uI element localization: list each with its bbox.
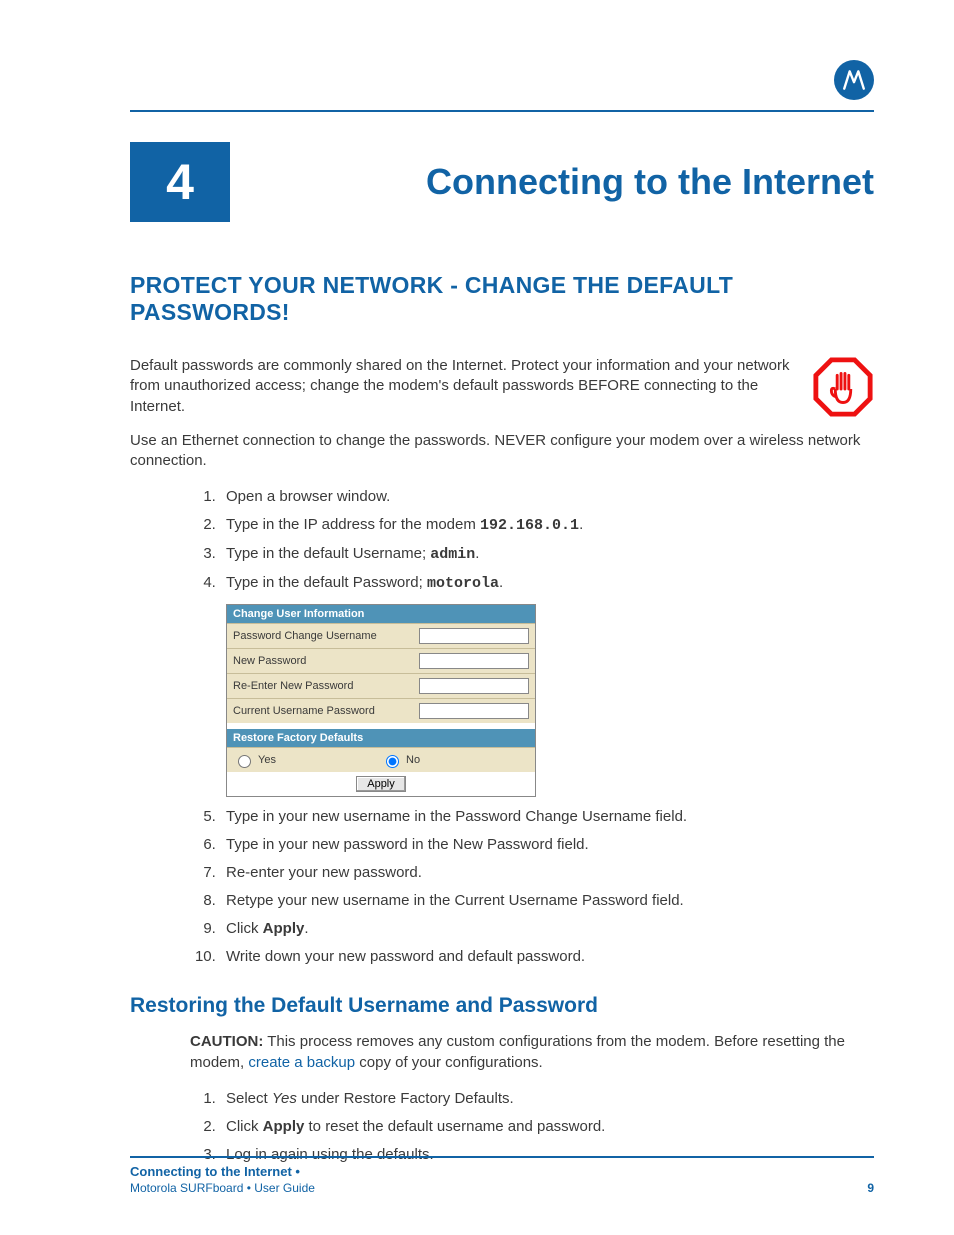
modem-config-screenshot: Change User Information Password Change … (226, 604, 536, 797)
motorola-logo-icon (834, 60, 874, 100)
input-current-username-password[interactable] (419, 703, 529, 719)
create-backup-link[interactable]: create a backup (248, 1054, 355, 1071)
label-new-password: New Password (233, 655, 413, 667)
step-2: Type in the IP address for the modem 192… (220, 513, 874, 538)
intro-paragraph-2: Use an Ethernet connection to change the… (130, 431, 874, 472)
intro-paragraph-1: Default passwords are commonly shared on… (130, 356, 792, 417)
step-1: Open a browser window. (220, 485, 874, 509)
step-8: Retype your new username in the Current … (220, 889, 874, 913)
modem-header-change-user: Change User Information (227, 605, 535, 623)
footer-guide-name: Motorola SURFboard • User Guide (130, 1181, 315, 1195)
chapter-title: Connecting to the Internet (270, 161, 874, 203)
footer-breadcrumb: Connecting to the Internet • (130, 1164, 874, 1179)
input-new-password[interactable] (419, 653, 529, 669)
label-current-username-password: Current Username Password (233, 705, 413, 717)
apply-button[interactable]: Apply (356, 776, 406, 792)
radio-restore-no[interactable] (386, 755, 399, 768)
restore-step-1: Select Yes under Restore Factory Default… (220, 1087, 874, 1111)
stop-hand-icon (812, 356, 874, 431)
step-7: Re-enter your new password. (220, 861, 874, 885)
chapter-number-box: 4 (130, 142, 230, 222)
section-heading: PROTECT YOUR NETWORK - CHANGE THE DEFAUL… (130, 272, 874, 326)
modem-header-restore-defaults: Restore Factory Defaults (227, 729, 535, 747)
input-reenter-password[interactable] (419, 678, 529, 694)
step-5: Type in your new username in the Passwor… (220, 805, 874, 829)
step-10: Write down your new password and default… (220, 945, 874, 969)
restore-steps-list: Select Yes under Restore Factory Default… (190, 1087, 874, 1167)
step-9: Click Apply. (220, 917, 874, 941)
label-restore-yes: Yes (258, 754, 276, 766)
top-rule (130, 110, 874, 112)
step-3: Type in the default Username; admin. (220, 542, 874, 567)
label-password-change-username: Password Change Username (233, 630, 413, 642)
step-6: Type in your new password in the New Pas… (220, 833, 874, 857)
restore-step-2: Click Apply to reset the default usernam… (220, 1115, 874, 1139)
page-footer: Connecting to the Internet • Motorola SU… (130, 1156, 874, 1195)
caution-paragraph: CAUTION: This process removes any custom… (190, 1032, 874, 1073)
radio-restore-yes[interactable] (238, 755, 251, 768)
input-password-change-username[interactable] (419, 628, 529, 644)
label-reenter-password: Re-Enter New Password (233, 680, 413, 692)
subsection-heading: Restoring the Default Username and Passw… (130, 994, 874, 1018)
label-restore-no: No (406, 754, 420, 766)
footer-page-number: 9 (867, 1181, 874, 1195)
step-4: Type in the default Password; motorola. (220, 571, 874, 596)
steps-list-b: Type in your new username in the Passwor… (130, 805, 874, 969)
steps-list-a: Open a browser window. Type in the IP ad… (130, 485, 874, 596)
